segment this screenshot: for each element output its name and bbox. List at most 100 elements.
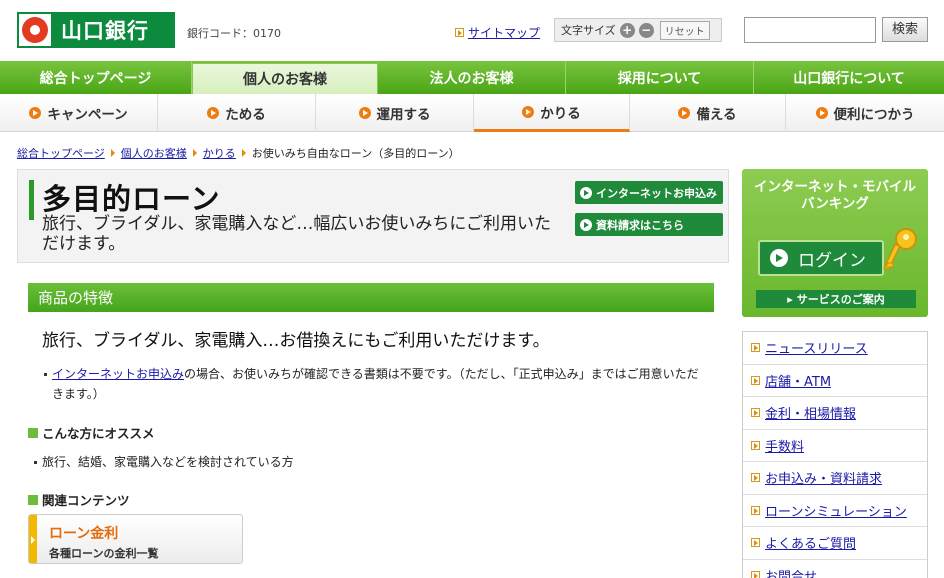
- recommend-heading: こんな方にオススメ: [28, 423, 155, 442]
- arrow-circle-icon: [815, 107, 828, 119]
- arrow-circle-icon: [678, 107, 691, 119]
- arrow-circle-icon: [522, 105, 535, 118]
- sitemap-link-wrap: サイトマップ: [455, 24, 540, 41]
- internet-apply-link[interactable]: インターネットお申込み: [52, 367, 184, 381]
- document-request-label: 資料請求はこちら: [596, 218, 684, 232]
- sidebar-link[interactable]: 手数料: [765, 436, 804, 455]
- search-button[interactable]: 検索: [882, 17, 928, 42]
- key-icon: [883, 228, 917, 271]
- sidebar-link[interactable]: ニュースリリース: [765, 338, 868, 357]
- header: 山口銀行 銀行コード：0170 サイトマップ 文字サイズ + − リセット 検索: [0, 0, 944, 60]
- arrow-circle-icon: [580, 218, 592, 231]
- bullet-icon: [34, 461, 37, 464]
- arrow-icon: [751, 408, 760, 418]
- sidebar-link[interactable]: よくあるご質問: [765, 533, 856, 552]
- arrow-icon: [192, 149, 197, 157]
- page-subtitle: 旅行、ブライダル、家電購入など…幅広いお使いみちにご利用いただけます。: [42, 214, 551, 254]
- document-request-button[interactable]: 資料請求はこちら: [575, 213, 723, 236]
- snav-label: キャンペーン: [47, 107, 128, 123]
- feature-note: インターネットお申込みの場合、お使いみちが確認できる書類は不要です。（ただし、「…: [44, 364, 704, 404]
- sidebar-item-faq[interactable]: よくあるご質問: [743, 527, 927, 560]
- related-heading-text: 関連コンテンツ: [42, 493, 130, 508]
- arrow-icon: [110, 149, 115, 157]
- title-accent-bar: [29, 180, 34, 220]
- gnav-about[interactable]: 山口銀行について: [754, 61, 944, 94]
- snav-save[interactable]: ためる: [158, 94, 316, 132]
- feature-main-text: 旅行、ブライダル、家電購入…お借換えにもご利用いただけます。: [42, 331, 550, 351]
- gnav-personal[interactable]: 個人のお客様: [192, 63, 378, 94]
- logo-mark-icon: [17, 12, 53, 48]
- internet-apply-button[interactable]: インターネットお申込み: [575, 181, 723, 204]
- snav-prepare[interactable]: 備える: [630, 94, 786, 132]
- snav-label: 便利につかう: [833, 107, 915, 123]
- arrow-icon: [751, 505, 760, 515]
- breadcrumb-borrow[interactable]: かりる: [203, 145, 236, 161]
- arrow-icon: [455, 28, 464, 37]
- internet-apply-label: インターネットお申込み: [596, 186, 717, 200]
- sidebar-item-rates[interactable]: 金利・相場情報: [743, 397, 927, 430]
- font-size-label: 文字サイズ: [561, 24, 616, 37]
- ib-title-line1: インターネット・モバイル: [754, 179, 916, 195]
- square-icon: [28, 494, 38, 505]
- service-info-button[interactable]: ▸ サービスのご案内: [756, 290, 916, 308]
- sub-nav: キャンペーン ためる 運用する かりる 備える 便利につかう: [0, 94, 944, 132]
- snav-label: 運用する: [376, 107, 431, 123]
- sidebar-item-contact[interactable]: お問合せ: [743, 560, 927, 578]
- sidebar-link[interactable]: お問合せ: [765, 566, 817, 578]
- sidebar-item-fees[interactable]: 手数料: [743, 430, 927, 462]
- arrow-icon: [751, 538, 760, 548]
- loan-rate-card[interactable]: ローン金利 各種ローンの金利一覧: [28, 514, 243, 564]
- breadcrumb-personal[interactable]: 個人のお客様: [121, 145, 187, 161]
- font-size-reset-button[interactable]: リセット: [659, 20, 710, 40]
- arrow-icon: [29, 515, 37, 563]
- arrow-icon: [751, 343, 760, 353]
- ib-title-line2: バンキング: [801, 196, 869, 212]
- snav-label: 備える: [696, 107, 737, 123]
- gnav-recruit[interactable]: 採用について: [566, 61, 754, 94]
- sidebar-link[interactable]: ローンシミュレーション: [765, 501, 907, 520]
- arrow-circle-icon: [580, 186, 592, 199]
- bullet-icon: [44, 373, 47, 376]
- logo-text: 山口銀行: [61, 19, 149, 43]
- font-size-plus-button[interactable]: +: [619, 22, 635, 38]
- internet-banking-box: インターネット・モバイル バンキング ログイン ▸ サービスのご案内: [742, 169, 928, 317]
- breadcrumb: 総合トップページ 個人のお客様 かりる お使いみち自由なローン（多目的ローン）: [17, 145, 460, 161]
- snav-campaign[interactable]: キャンペーン: [0, 94, 158, 132]
- related-heading: 関連コンテンツ: [28, 490, 130, 509]
- gnav-corporate[interactable]: 法人のお客様: [378, 61, 566, 94]
- gnav-top[interactable]: 総合トップページ: [0, 61, 192, 94]
- snav-convenient[interactable]: 便利につかう: [786, 94, 944, 132]
- arrow-icon: [751, 375, 760, 385]
- font-size-control: 文字サイズ + − リセット: [554, 18, 722, 42]
- loan-rate-subtitle: 各種ローンの金利一覧: [49, 547, 159, 560]
- arrow-icon: [241, 149, 246, 157]
- sidebar-item-apply[interactable]: お申込み・資料請求: [743, 462, 927, 495]
- global-nav: 総合トップページ 個人のお客様 法人のお客様 採用について 山口銀行について: [0, 61, 944, 94]
- feature-note-body: インターネットお申込みの場合、お使いみちが確認できる書類は不要です。（ただし、「…: [52, 364, 704, 404]
- snav-invest[interactable]: 運用する: [316, 94, 474, 132]
- snav-borrow[interactable]: かりる: [474, 94, 630, 132]
- sidebar-item-branch[interactable]: 店舗・ATM: [743, 365, 927, 397]
- recommend-item-text: 旅行、結婚、家電購入などを検討されている方: [42, 455, 294, 469]
- search-input[interactable]: [744, 17, 876, 43]
- sidebar-link[interactable]: 金利・相場情報: [765, 403, 856, 422]
- arrow-circle-icon: [770, 249, 788, 267]
- arrow-circle-icon: [29, 107, 42, 119]
- login-label: ログイン: [798, 250, 866, 271]
- arrow-icon: [751, 473, 760, 483]
- sidebar-link[interactable]: お申込み・資料請求: [765, 468, 882, 487]
- login-button[interactable]: ログイン: [758, 240, 884, 276]
- bank-logo[interactable]: 山口銀行: [17, 12, 175, 48]
- recommend-heading-text: こんな方にオススメ: [42, 426, 155, 441]
- sidebar-link-list: ニュースリリース 店舗・ATM 金利・相場情報 手数料 お申込み・資料請求 ロー…: [742, 331, 928, 578]
- sidebar-item-simulation[interactable]: ローンシミュレーション: [743, 495, 927, 527]
- arrow-circle-icon: [207, 107, 220, 119]
- service-info-label: サービスのご案内: [796, 293, 885, 306]
- sidebar-link[interactable]: 店舗・ATM: [765, 371, 831, 390]
- snav-label: ためる: [225, 107, 266, 123]
- breadcrumb-top[interactable]: 総合トップページ: [17, 145, 105, 161]
- sidebar-item-news[interactable]: ニュースリリース: [743, 332, 927, 365]
- square-icon: [28, 427, 38, 438]
- sitemap-link[interactable]: サイトマップ: [468, 24, 540, 41]
- font-size-minus-button[interactable]: −: [638, 22, 654, 38]
